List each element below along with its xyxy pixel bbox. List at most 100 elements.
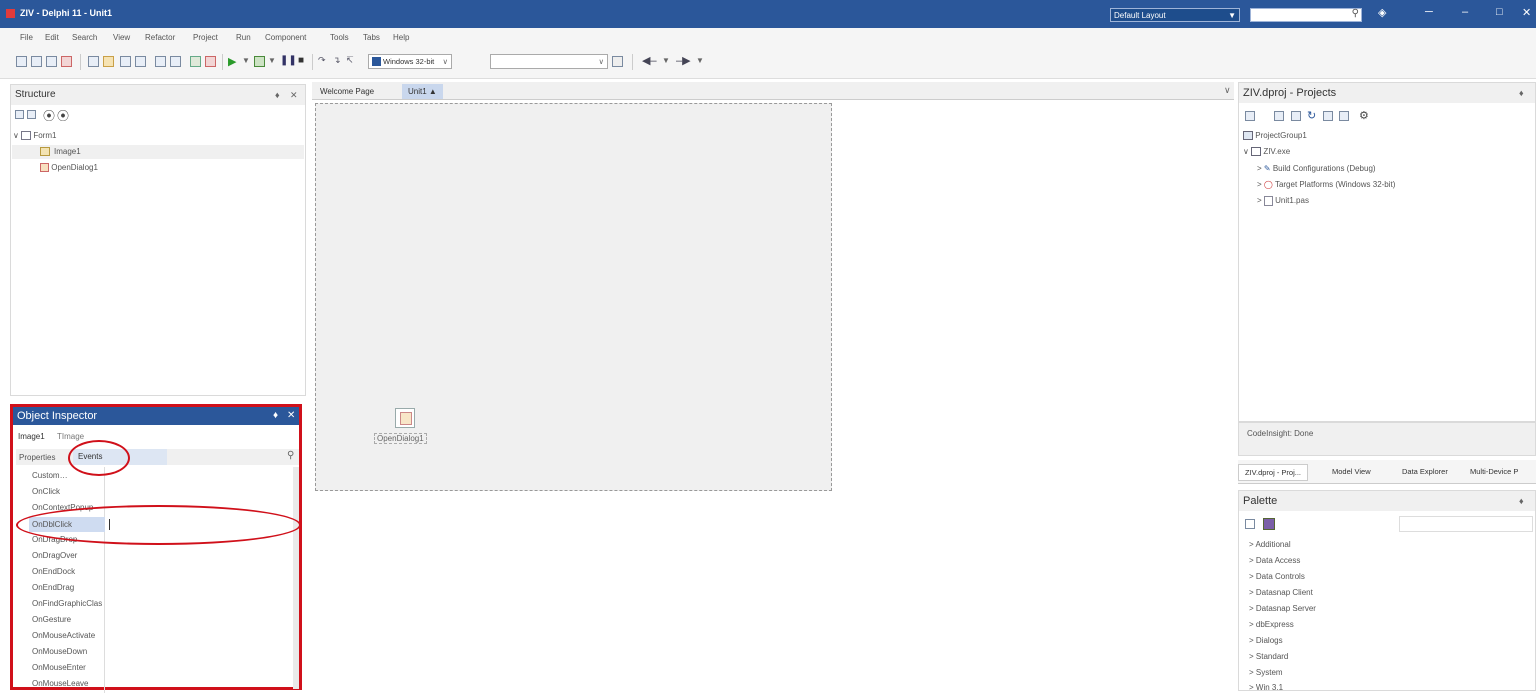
palette-component-icon[interactable] <box>1263 518 1275 530</box>
move-down-icon[interactable]: ⦿ <box>57 107 69 124</box>
move-up-icon[interactable]: ⦿ <box>43 107 55 124</box>
add-file-icon[interactable] <box>120 56 131 67</box>
expand-icon[interactable] <box>1291 111 1301 121</box>
minimize-icon[interactable]: ─ <box>1425 6 1433 18</box>
event-row[interactable]: OnMouseEnter <box>32 663 86 672</box>
event-row[interactable]: OnGesture <box>32 615 71 624</box>
form-designer-canvas[interactable]: OpenDialog1 <box>315 103 832 491</box>
event-row[interactable]: OnDragOver <box>32 551 77 560</box>
palette-category-icon[interactable] <box>1245 519 1255 529</box>
new-form-icon[interactable] <box>88 56 99 67</box>
chevron-down-icon[interactable]: ∨ <box>1224 85 1231 96</box>
pin-icon[interactable]: ♦ <box>273 410 278 421</box>
chevron-down-icon[interactable]: ▼ <box>696 56 704 65</box>
menu-view[interactable]: View <box>113 33 130 42</box>
tab-unit1[interactable]: Unit1 ▲ <box>402 84 443 99</box>
maximize-icon[interactable]: □ <box>1496 6 1503 18</box>
target-platform-select[interactable]: Windows 32-bit ∨ <box>368 54 452 69</box>
sort-icon[interactable] <box>1339 111 1349 121</box>
palette-category[interactable]: > Datasnap Server <box>1249 604 1316 613</box>
menu-tabs[interactable]: Tabs <box>363 33 380 42</box>
close-icon[interactable]: ✕ <box>1522 6 1531 19</box>
search-icon[interactable]: ⚲ <box>287 450 294 461</box>
tab-projects[interactable]: ZIV.dproj - Proj... <box>1238 464 1308 481</box>
palette-category[interactable]: > Datasnap Client <box>1249 588 1313 597</box>
tab-model-view[interactable]: Model View <box>1326 464 1377 479</box>
chevron-down-icon[interactable]: ▼ <box>662 56 670 65</box>
palette-category[interactable]: > Data Access <box>1249 556 1300 565</box>
event-row[interactable]: OnClick <box>32 487 60 496</box>
new-items-icon[interactable] <box>16 56 27 67</box>
pin-icon[interactable]: ♦ <box>275 90 280 100</box>
pin-icon[interactable]: ♦ <box>1519 88 1524 98</box>
event-row[interactable]: OnEndDock <box>32 567 75 576</box>
toggle-form-unit-icon[interactable] <box>190 56 201 67</box>
tab-properties[interactable]: Properties <box>19 453 55 462</box>
menu-tools[interactable]: Tools <box>330 33 349 42</box>
build-icon[interactable] <box>1323 111 1333 121</box>
close-icon[interactable]: ✕ <box>290 90 298 101</box>
menu-edit[interactable]: Edit <box>45 33 59 42</box>
menu-file[interactable]: File <box>20 33 33 42</box>
sync-icon[interactable] <box>1274 111 1284 121</box>
tree-item-projectgroup1[interactable]: ProjectGroup1 <box>1243 131 1307 141</box>
run-without-debug-icon[interactable] <box>254 56 265 67</box>
help-icon[interactable]: ◈ <box>1378 6 1386 19</box>
stop-icon[interactable]: ■ <box>298 55 304 66</box>
chevron-down-icon[interactable]: ▼ <box>242 56 250 65</box>
tab-welcome-page[interactable]: Welcome Page <box>314 84 380 99</box>
open-project-icon[interactable] <box>103 56 114 67</box>
view-form-icon[interactable] <box>170 56 181 67</box>
gear-icon[interactable]: ⚙ <box>1359 109 1369 122</box>
open-icon[interactable] <box>31 56 42 67</box>
menu-run[interactable]: Run <box>236 33 251 42</box>
tree-item-form1[interactable]: ∨ Form1 <box>13 131 56 141</box>
event-row[interactable]: OnFindGraphicClass <box>32 599 102 608</box>
step-over-icon[interactable]: ↷ <box>318 55 326 66</box>
tree-item-image1[interactable]: Image1 <box>12 145 304 159</box>
menu-search[interactable]: Search <box>72 33 97 42</box>
event-row[interactable]: OnMouseLeave <box>32 679 88 688</box>
palette-category[interactable]: > dbExpress <box>1249 620 1294 629</box>
tree-item-opendialog1[interactable]: OpenDialog1 <box>40 163 98 173</box>
menu-help[interactable]: Help <box>393 33 409 42</box>
reopen-icon[interactable] <box>61 56 72 67</box>
open-dialog-component-icon[interactable] <box>395 408 415 428</box>
trace-into-icon[interactable]: ↴ <box>333 55 341 66</box>
event-row[interactable]: OnMouseDown <box>32 647 87 656</box>
remove-file-icon[interactable] <box>135 56 146 67</box>
new-package-icon[interactable] <box>205 56 216 67</box>
pin-icon[interactable]: ♦ <box>1519 496 1524 506</box>
tab-multi-device-preview[interactable]: Multi-Device P <box>1464 464 1524 479</box>
run-icon[interactable]: ▶ <box>228 55 236 68</box>
pause-icon[interactable]: ❚❚ <box>280 55 297 66</box>
tree-item-target-platforms[interactable]: > ◯ Target Platforms (Windows 32-bit) <box>1257 180 1395 189</box>
menu-component[interactable]: Component <box>265 33 306 42</box>
minimize-icon[interactable]: – <box>1462 6 1468 18</box>
menu-refactor[interactable]: Refactor <box>145 33 175 42</box>
chevron-down-icon[interactable]: ▼ <box>268 56 276 65</box>
palette-category[interactable]: > Dialogs <box>1249 636 1283 645</box>
tree-item-project[interactable]: ∨ ZIV.exe <box>1243 147 1290 157</box>
palette-category[interactable]: > System <box>1249 668 1283 677</box>
build-configuration-select[interactable]: ∨ <box>490 54 608 69</box>
ide-search-input[interactable]: ⚲ <box>1250 8 1362 22</box>
close-tab-icon[interactable]: ▲ <box>429 87 437 96</box>
tree-item-build-configurations[interactable]: > ✎ Build Configurations (Debug) <box>1257 164 1376 173</box>
close-icon[interactable]: ✕ <box>287 410 295 421</box>
run-to-cursor-icon[interactable]: ↸ <box>346 55 354 66</box>
collapse-all-icon[interactable] <box>27 110 36 119</box>
device-icon[interactable] <box>612 56 623 67</box>
save-icon[interactable] <box>46 56 57 67</box>
tree-item-unit1-pas[interactable]: > Unit1.pas <box>1257 196 1309 206</box>
layout-selector[interactable]: Default Layout ▼ <box>1110 8 1240 22</box>
palette-search-input[interactable] <box>1399 516 1533 532</box>
menu-project[interactable]: Project <box>193 33 218 42</box>
view-unit-icon[interactable] <box>155 56 166 67</box>
back-icon[interactable]: ◀‒ <box>642 54 657 67</box>
event-row[interactable]: OnEndDrag <box>32 583 74 592</box>
palette-category[interactable]: > Data Controls <box>1249 572 1305 581</box>
event-row[interactable]: OnMouseActivate <box>32 631 102 640</box>
expand-all-icon[interactable] <box>15 110 24 119</box>
vertical-scrollbar[interactable] <box>293 467 299 689</box>
